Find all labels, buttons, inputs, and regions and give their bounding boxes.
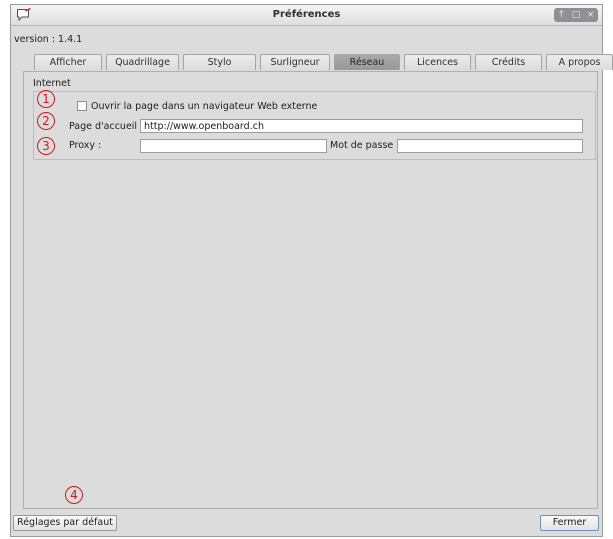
restore-defaults-button[interactable]: Réglages par défaut <box>13 515 117 531</box>
preferences-window: Préférences ↑ □ × version : 1.4.1 Affich… <box>10 4 613 537</box>
internet-group-title: Internet <box>33 78 71 89</box>
password-label: Mot de passe : <box>330 140 400 151</box>
tab-credits[interactable]: Crédits <box>475 54 542 70</box>
proxy-label: Proxy : <box>69 140 102 151</box>
annotation-marker-4: 4 <box>65 486 83 504</box>
window-title: Préférences <box>272 9 341 20</box>
close-button[interactable]: Fermer <box>540 515 599 531</box>
tab-a-propos[interactable]: A propos <box>546 54 613 70</box>
annotation-marker-1: 1 <box>37 90 55 108</box>
maximize-icon[interactable]: □ <box>570 8 582 22</box>
close-icon[interactable]: × <box>585 8 597 22</box>
tab-surligneur[interactable]: Surligneur <box>260 54 330 70</box>
home-page-label: Page d'accueil : <box>69 121 144 132</box>
title-bar[interactable]: Préférences ↑ □ × <box>11 5 602 26</box>
tab-reseau[interactable]: Réseau <box>334 54 400 70</box>
keep-above-icon[interactable]: ↑ <box>555 8 567 22</box>
tab-licences[interactable]: Licences <box>404 54 471 70</box>
external-browser-checkbox[interactable] <box>77 101 87 111</box>
version-label: version : 1.4.1 <box>14 34 83 45</box>
annotation-marker-3: 3 <box>37 137 55 155</box>
tab-stylo[interactable]: Stylo <box>183 54 256 70</box>
password-input[interactable] <box>397 139 583 153</box>
external-browser-label: Ouvrir la page dans un navigateur Web ex… <box>91 101 318 112</box>
home-page-input[interactable] <box>140 119 583 133</box>
annotation-marker-2: 2 <box>37 112 55 130</box>
tab-quadrillage[interactable]: Quadrillage <box>106 54 179 70</box>
window-controls: ↑ □ × <box>554 8 598 22</box>
proxy-input[interactable] <box>140 139 327 153</box>
tab-afficher[interactable]: Afficher <box>34 54 102 70</box>
